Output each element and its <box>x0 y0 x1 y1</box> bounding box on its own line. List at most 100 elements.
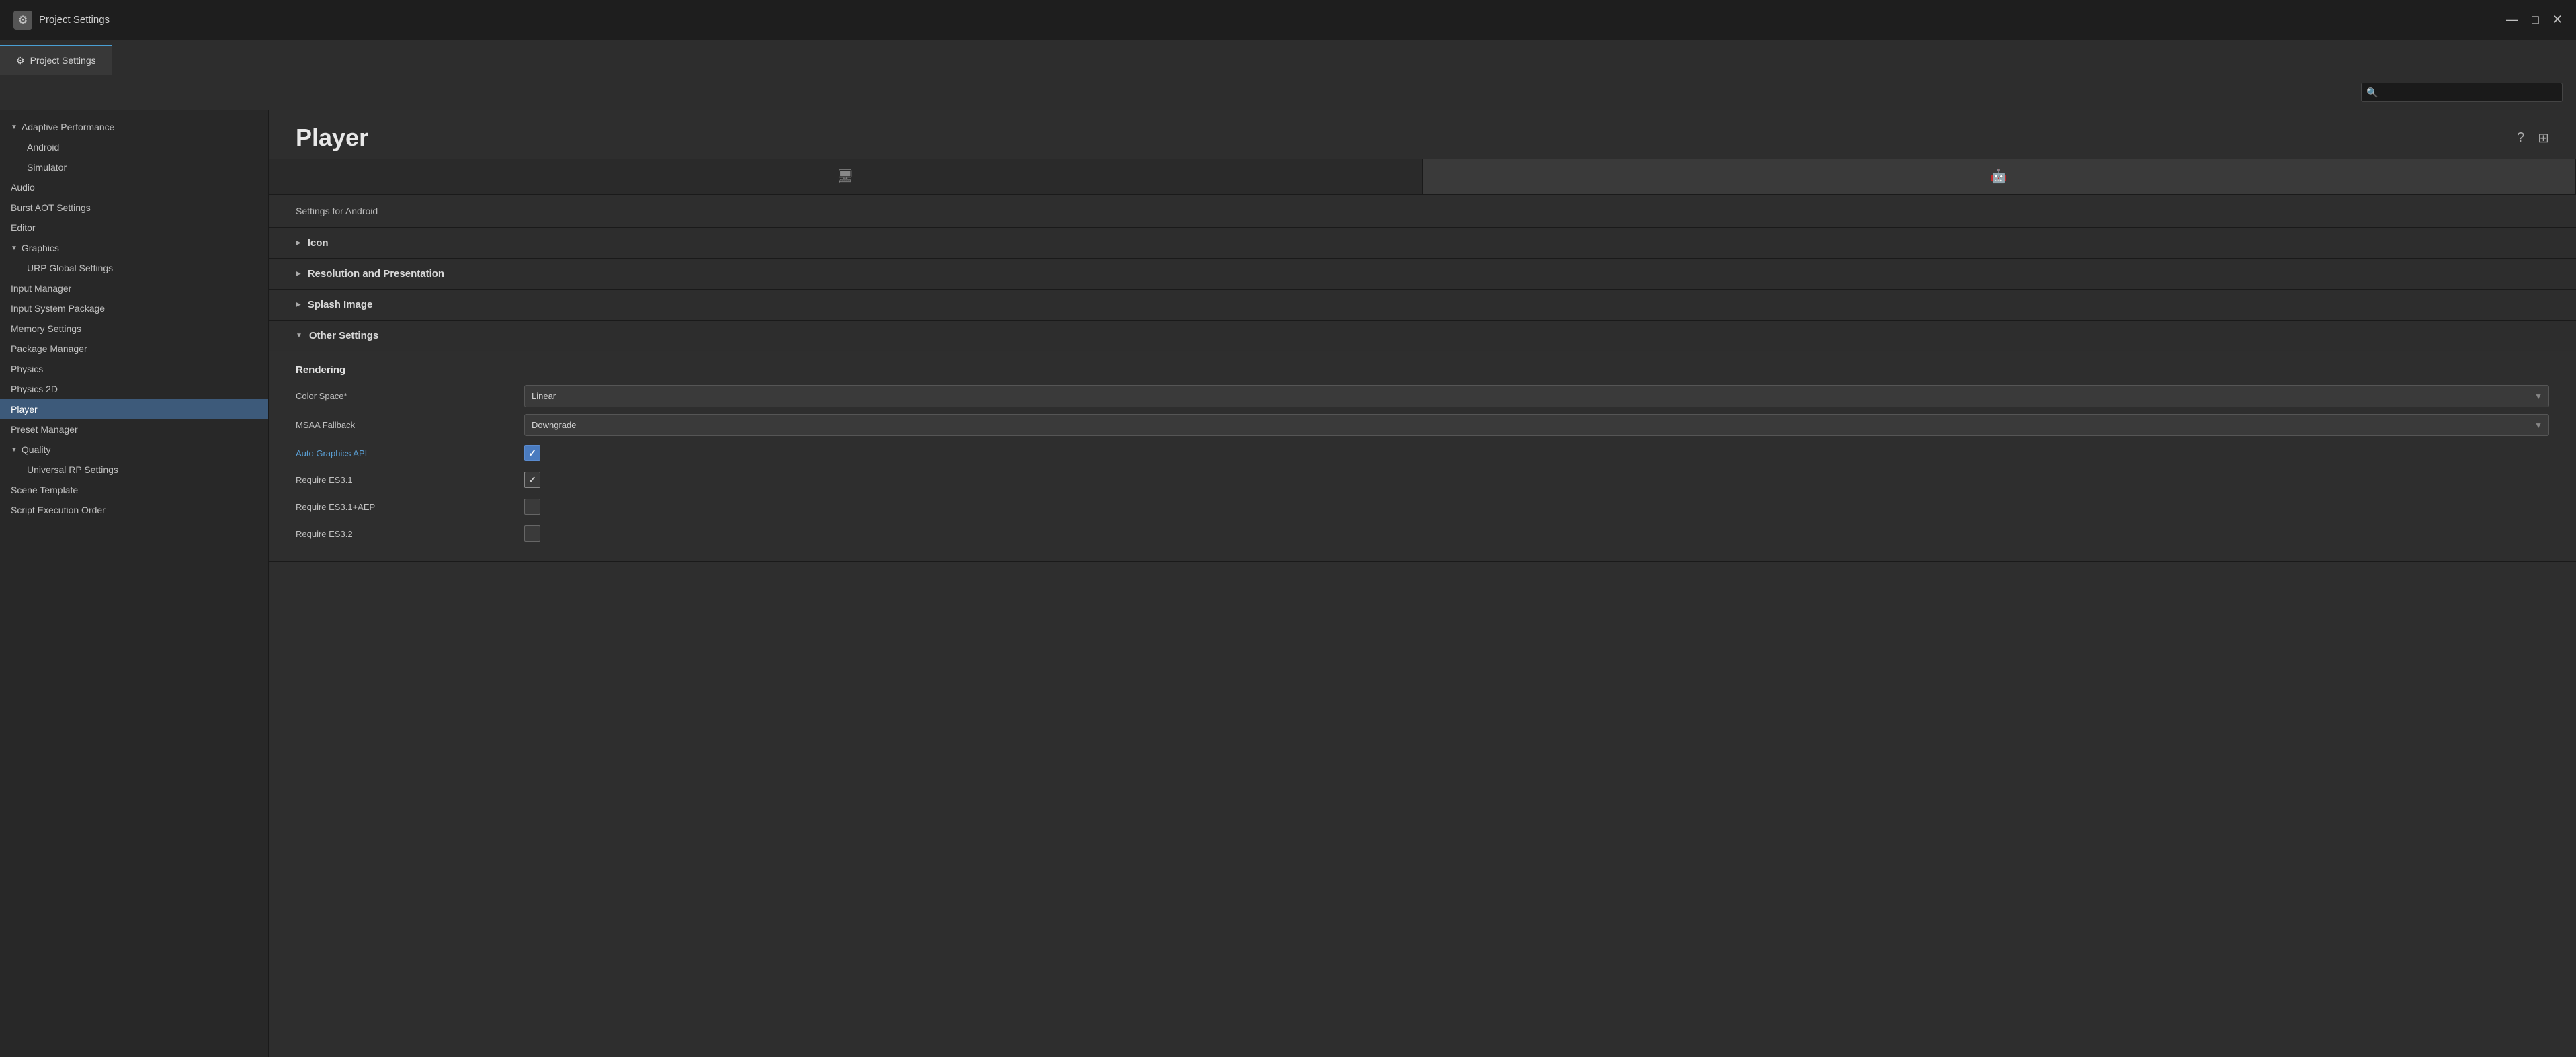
field-control-color-space: LinearGamma▼ <box>524 385 2549 407</box>
search-bar: 🔍 <box>0 75 2576 110</box>
sidebar-item-physics[interactable]: Physics <box>0 359 268 379</box>
section-header-splash[interactable]: ▶ Splash Image <box>269 290 2576 320</box>
title-bar-controls: — □ ✕ <box>2506 13 2563 27</box>
field-row-require-es32: Require ES3.2 <box>296 523 2549 544</box>
section-content-other-settings: RenderingColor Space*LinearGamma▼MSAA Fa… <box>269 351 2576 561</box>
sidebar-item-android[interactable]: Android <box>0 137 268 157</box>
sidebar-item-package-manager[interactable]: Package Manager <box>0 339 268 359</box>
field-label-require-es32: Require ES3.2 <box>296 529 524 539</box>
field-label-auto-graphics-api[interactable]: Auto Graphics API <box>296 448 524 458</box>
sidebar-item-label: Burst AOT Settings <box>11 202 91 213</box>
sidebar-item-label: Input Manager <box>11 283 71 294</box>
sidebar-item-label: Player <box>11 404 38 415</box>
section-title-label: Resolution and Presentation <box>308 268 444 280</box>
field-row-auto-graphics-api: Auto Graphics API <box>296 443 2549 463</box>
checkbox-require-es31-aep[interactable] <box>524 499 540 515</box>
sidebar-item-memory-settings[interactable]: Memory Settings <box>0 319 268 339</box>
sidebar-item-audio[interactable]: Audio <box>0 177 268 198</box>
checkbox-require-es31[interactable] <box>524 472 540 488</box>
sidebar: ▼Adaptive Performance Android Simulator Aud… <box>0 110 269 1057</box>
section-header-icon[interactable]: ▶ Icon <box>269 228 2576 258</box>
sidebar-item-label: Memory Settings <box>11 323 81 334</box>
title-bar-title: Project Settings <box>39 14 110 26</box>
sidebar-item-graphics[interactable]: ▼Graphics <box>0 238 268 258</box>
section-chevron-icon: ▶ <box>296 270 301 278</box>
field-row-require-es31: Require ES3.1 <box>296 470 2549 490</box>
sidebar-item-label: Android <box>27 142 59 153</box>
chevron-icon: ▼ <box>11 124 17 131</box>
section-title-label: Splash Image <box>308 299 373 310</box>
sidebar-item-burst-aot[interactable]: Burst AOT Settings <box>0 198 268 218</box>
sidebar-item-label: Physics 2D <box>11 384 58 394</box>
field-control-require-es31 <box>524 472 2549 488</box>
maximize-button[interactable]: □ <box>2532 13 2539 27</box>
sidebar-item-simulator[interactable]: Simulator <box>0 157 268 177</box>
field-label-require-es31-aep: Require ES3.1+AEP <box>296 502 524 512</box>
sidebar-item-input-system[interactable]: Input System Package <box>0 298 268 319</box>
tab-label: Project Settings <box>30 55 96 66</box>
sidebar-item-adaptive-performance[interactable]: ▼Adaptive Performance <box>0 117 268 137</box>
project-settings-tab[interactable]: ⚙ Project Settings <box>0 45 112 75</box>
chevron-icon: ▼ <box>11 245 17 252</box>
sidebar-item-urp-global[interactable]: URP Global Settings <box>0 258 268 278</box>
field-label-color-space: Color Space* <box>296 391 524 401</box>
sidebar-item-script-execution[interactable]: Script Execution Order <box>0 500 268 520</box>
title-bar-left: ⚙ Project Settings <box>13 11 110 30</box>
section-chevron-icon: ▶ <box>296 301 301 308</box>
sidebar-item-universal-rp[interactable]: Universal RP Settings <box>0 460 268 480</box>
field-row-color-space: Color Space*LinearGamma▼ <box>296 385 2549 407</box>
content-header: Player ? ⊞ <box>269 110 2576 159</box>
section-other-settings: ▼ Other Settings RenderingColor Space*Line… <box>269 321 2576 562</box>
help-button[interactable]: ? <box>2517 130 2524 146</box>
layout-button[interactable]: ⊞ <box>2538 130 2549 146</box>
page-title: Player <box>296 124 368 152</box>
field-control-require-es32 <box>524 525 2549 542</box>
field-label-msaa-fallback: MSAA Fallback <box>296 420 524 430</box>
checkbox-require-es32[interactable] <box>524 525 540 542</box>
sidebar-item-label: Simulator <box>27 162 67 173</box>
section-header-resolution[interactable]: ▶ Resolution and Presentation <box>269 259 2576 289</box>
tab-gear-icon: ⚙ <box>16 55 25 67</box>
platform-tab-desktop[interactable]: 🖥 <box>269 159 1423 194</box>
sidebar-item-preset-manager[interactable]: Preset Manager <box>0 419 268 439</box>
sections: ▶ Icon ▶ Resolution and Presentation ▶ Splash… <box>269 228 2576 562</box>
section-chevron-icon: ▶ <box>296 239 301 247</box>
field-row-require-es31-aep: Require ES3.1+AEP <box>296 497 2549 517</box>
sidebar-item-physics-2d[interactable]: Physics 2D <box>0 379 268 399</box>
sidebar-item-label: Physics <box>11 364 43 374</box>
checkbox-auto-graphics-api[interactable] <box>524 445 540 461</box>
dropdown-color-space[interactable]: LinearGamma <box>524 385 2549 407</box>
close-button[interactable]: ✕ <box>2552 13 2563 27</box>
section-splash: ▶ Splash Image <box>269 290 2576 321</box>
sidebar-item-input-manager[interactable]: Input Manager <box>0 278 268 298</box>
sidebar-item-label: Preset Manager <box>11 424 78 435</box>
sidebar-item-editor[interactable]: Editor <box>0 218 268 238</box>
tab-bar: ⚙ Project Settings <box>0 40 2576 75</box>
field-control-msaa-fallback: DowngradeUpgrade▼ <box>524 414 2549 436</box>
sidebar-item-label: Audio <box>11 182 35 193</box>
section-title-label: Other Settings <box>309 330 378 341</box>
content-area: Player ? ⊞ 🖥🤖 Settings for Android ▶Icon… <box>269 110 2576 1057</box>
sidebar-item-scene-template[interactable]: Scene Template <box>0 480 268 500</box>
section-title-label: Icon <box>308 237 329 249</box>
dropdown-msaa-fallback[interactable]: DowngradeUpgrade <box>524 414 2549 436</box>
field-label-require-es31: Require ES3.1 <box>296 475 524 485</box>
app-icon: ⚙ <box>13 11 32 30</box>
main-layout: ▼Adaptive Performance Android Simulator Aud… <box>0 110 2576 1057</box>
search-input[interactable] <box>2361 83 2563 102</box>
field-control-require-es31-aep <box>524 499 2549 515</box>
sidebar-item-player[interactable]: Player <box>0 399 268 419</box>
platform-tabs: 🖥🤖 <box>269 159 2576 195</box>
search-wrap: 🔍 <box>2361 83 2563 102</box>
sidebar-item-label: Package Manager <box>11 343 87 354</box>
minimize-button[interactable]: — <box>2506 13 2518 27</box>
sidebar-item-label: Universal RP Settings <box>27 464 118 475</box>
field-row-msaa-fallback: MSAA FallbackDowngradeUpgrade▼ <box>296 414 2549 436</box>
sidebar-item-label: Input System Package <box>11 303 105 314</box>
chevron-icon: ▼ <box>11 446 17 454</box>
section-chevron-icon: ▼ <box>296 332 302 339</box>
platform-tab-android[interactable]: 🤖 <box>1423 159 2576 194</box>
sidebar-item-quality[interactable]: ▼Quality <box>0 439 268 460</box>
section-icon: ▶ Icon <box>269 228 2576 259</box>
section-header-other-settings[interactable]: ▼ Other Settings <box>269 321 2576 351</box>
